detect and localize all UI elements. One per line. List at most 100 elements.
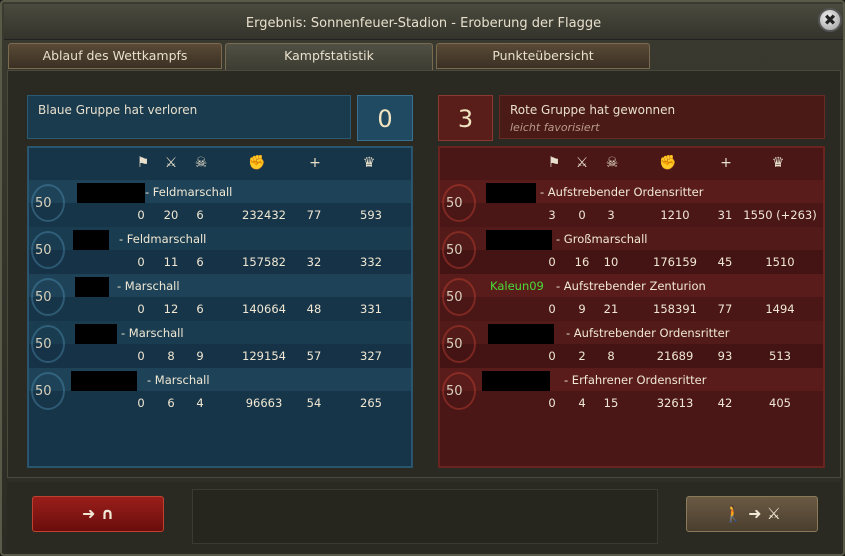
damage-stat: 232432	[242, 208, 286, 222]
kills-stat: 6	[167, 396, 175, 410]
kills-stat: 16	[574, 255, 590, 269]
close-icon[interactable]: ✖	[818, 8, 842, 32]
damage-stat: 157582	[242, 255, 286, 269]
result-window: Ergebnis: Sonnenfeuer-Stadion - Eroberun…	[0, 0, 845, 556]
crown-icon[interactable]: ♛	[768, 155, 788, 171]
player-level: 50	[35, 337, 52, 352]
points-stat: 1510	[765, 255, 795, 269]
deaths-stat: 8	[607, 349, 615, 363]
deaths-stat: 4	[196, 396, 204, 410]
healing-stat: 54	[306, 396, 322, 410]
join-battle-button[interactable]: 🚶 ➜ ⚔	[686, 496, 818, 532]
flags-stat: 0	[548, 396, 556, 410]
flag-icon[interactable]: ⚑	[133, 155, 153, 171]
redacted-player-name	[75, 324, 117, 344]
deaths-stat: 15	[603, 396, 619, 410]
player-rank: - Aufstrebender Zenturion	[556, 279, 706, 293]
fist-icon[interactable]: ✊	[247, 155, 267, 171]
message-area	[192, 489, 658, 544]
kills-stat: 12	[163, 302, 179, 316]
player-row[interactable]: 50 - Feldmarschall 0 11 6 157582 32 332	[29, 227, 411, 274]
player-level: 50	[35, 243, 52, 258]
player-row[interactable]: 50 - Aufstrebender Ordensritter 0 2 8 21689 93…	[440, 321, 823, 368]
healing-stat: 45	[717, 255, 733, 269]
flags-stat: 3	[548, 208, 556, 222]
player-row[interactable]: 50 - Erfahrener Ordensritter 0 4 15 32613 42 40…	[440, 368, 823, 415]
redacted-player-name	[488, 324, 554, 344]
kills-stat: 8	[167, 349, 175, 363]
healing-stat: 42	[717, 396, 733, 410]
tab-points-overview[interactable]: Punkteübersicht	[436, 43, 650, 69]
redacted-player-name	[71, 371, 137, 391]
leave-battlefield-button[interactable]: ➜ ∩	[32, 496, 164, 532]
points-stat: 331	[360, 302, 382, 316]
kills-stat: 20	[163, 208, 179, 222]
damage-stat: 96663	[245, 396, 283, 410]
skull-icon[interactable]: ☠	[191, 155, 211, 171]
plus-icon[interactable]: +	[305, 155, 325, 171]
player-rank: - Feldmarschall	[145, 185, 233, 199]
healing-stat: 31	[717, 208, 733, 222]
player-level: 50	[446, 337, 463, 352]
title-bar: Ergebnis: Sonnenfeuer-Stadion - Eroberun…	[4, 4, 843, 40]
red-team-score: 3	[438, 95, 493, 141]
blue-team-panel: ⚑ ⚔ ☠ ✊ + ♛ 50- Feldmarschall 0 20 6 232432 77 593 50…	[27, 146, 413, 468]
healing-stat: 93	[717, 349, 733, 363]
crossed-swords-icon[interactable]: ⚔	[572, 155, 592, 171]
flag-icon[interactable]: ⚑	[544, 155, 564, 171]
tab-match-progress[interactable]: Ablauf des Wettkampfs	[8, 43, 222, 69]
red-team-result: Rote Gruppe hat gewonnen	[510, 103, 676, 117]
redacted-player-name	[486, 183, 536, 203]
deaths-stat: 3	[607, 208, 615, 222]
player-level: 50	[446, 384, 463, 399]
kills-stat: 4	[578, 396, 586, 410]
player-rank: - Marschall	[121, 326, 184, 340]
flags-stat: 0	[137, 349, 145, 363]
blue-team-score: 0	[357, 95, 413, 141]
damage-stat: 176159	[653, 255, 697, 269]
blue-team-header: Blaue Gruppe hat verloren	[27, 95, 351, 139]
deaths-stat: 6	[196, 208, 204, 222]
plus-icon[interactable]: +	[716, 155, 736, 171]
player-rank: - Aufstrebender Ordensritter	[566, 326, 730, 340]
player-row[interactable]: 50 Kaleun09 - Aufstrebender Zenturion 0 9 21 1…	[440, 274, 823, 321]
points-stat: 593	[360, 208, 382, 222]
player-row[interactable]: 50 - Feldmarschall 0 20 6 232432 77 593	[29, 180, 411, 227]
damage-stat: 129154	[242, 349, 286, 363]
player-row[interactable]: 50 - Großmarschall 0 16 10 176159 45 1510	[440, 227, 823, 274]
tab-battle-statistics[interactable]: Kampfstatistik	[225, 43, 433, 71]
player-name[interactable]: Kaleun09	[490, 279, 544, 293]
flags-stat: 0	[548, 255, 556, 269]
skull-icon[interactable]: ☠	[602, 155, 622, 171]
flags-stat: 0	[137, 208, 145, 222]
player-row[interactable]: 50 - Marschall 0 8 9 129154 57 327	[29, 321, 411, 368]
player-rank: - Feldmarschall	[119, 232, 207, 246]
crown-icon[interactable]: ♛	[359, 155, 379, 171]
fist-icon[interactable]: ✊	[658, 155, 678, 171]
player-row[interactable]: 50 - Aufstrebender Ordensritter 3 0 3 1210 31 1…	[440, 180, 823, 227]
damage-stat: 21689	[656, 349, 694, 363]
kills-stat: 9	[578, 302, 586, 316]
player-rank: - Marschall	[147, 373, 210, 387]
kills-stat: 11	[163, 255, 179, 269]
points-stat: 265	[360, 396, 382, 410]
points-stat: 1494	[765, 302, 795, 316]
player-level: 50	[446, 290, 463, 305]
redacted-player-name	[75, 277, 109, 297]
healing-stat: 57	[306, 349, 322, 363]
kills-stat: 0	[578, 208, 586, 222]
damage-stat: 1210	[660, 208, 690, 222]
player-row[interactable]: 50 - Marschall 0 6 4 96663 54 265	[29, 368, 411, 415]
player-level: 50	[446, 196, 463, 211]
blue-team-result: Blaue Gruppe hat verloren	[38, 103, 198, 117]
red-team-header: Rote Gruppe hat gewonnen leicht favorisi…	[499, 95, 825, 139]
healing-stat: 77	[717, 302, 733, 316]
points-stat: 405	[769, 396, 791, 410]
damage-stat: 32613	[656, 396, 694, 410]
redacted-player-name	[77, 183, 145, 203]
player-row[interactable]: 50 - Marschall 0 12 6 140664 48 331	[29, 274, 411, 321]
crossed-swords-icon[interactable]: ⚔	[161, 155, 181, 171]
flags-stat: 0	[548, 349, 556, 363]
red-team-subtitle: leicht favorisiert	[510, 121, 600, 134]
healing-stat: 77	[306, 208, 322, 222]
